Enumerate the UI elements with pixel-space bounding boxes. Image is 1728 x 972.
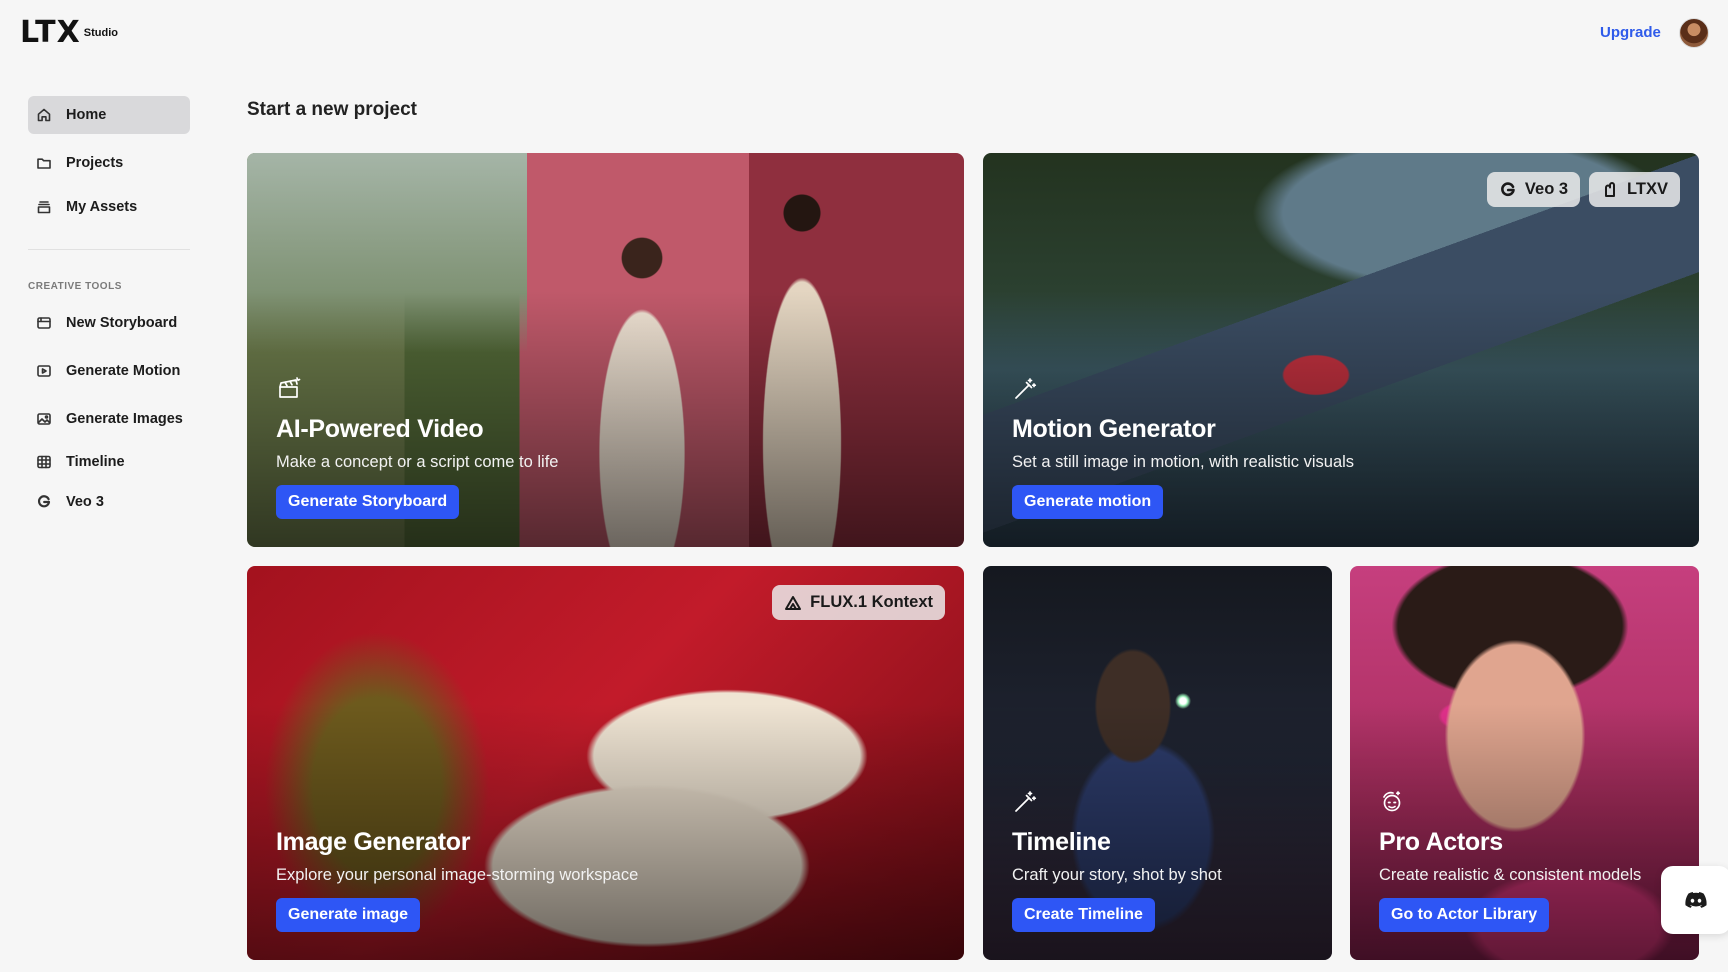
discord-icon — [1684, 888, 1708, 912]
sidebar-item-label: Home — [66, 107, 107, 123]
sidebar-item-label: My Assets — [66, 199, 138, 215]
storyboard-icon — [36, 315, 52, 331]
sidebar-item-generate-images[interactable]: Generate Images — [28, 399, 190, 439]
sidebar-item-label: Veo 3 — [66, 494, 104, 510]
badge-label: Veo 3 — [1524, 180, 1569, 198]
sidebar-item-projects[interactable]: Projects — [28, 144, 190, 182]
sidebar-item-veo-3[interactable]: Veo 3 — [28, 482, 190, 522]
ltxv-icon — [1601, 181, 1619, 199]
sidebar-item-label: New Storyboard — [66, 315, 178, 331]
card-title: AI-Powered Video — [276, 415, 484, 443]
card-subtitle: Make a concept or a script come to life — [276, 453, 559, 471]
sidebar-item-label: Projects — [66, 155, 124, 171]
generate-motion-button[interactable]: Generate motion — [1012, 485, 1164, 519]
card-subtitle: Explore your personal image-storming wor… — [276, 866, 639, 884]
badge-label: LTXV — [1627, 180, 1668, 198]
flux-kontext-badge: FLUX.1 Kontext — [772, 585, 945, 620]
card-content: Timeline Craft your story, shot by shot … — [1012, 789, 1222, 932]
sidebar-divider — [28, 249, 190, 250]
sidebar-item-label: Timeline — [66, 454, 125, 470]
logo-mark: LTX — [20, 15, 81, 50]
model-badges: Veo 3 LTXV — [1486, 172, 1680, 207]
sidebar-item-timeline[interactable]: Timeline — [28, 442, 190, 482]
images-icon — [36, 411, 52, 427]
clapper-icon — [276, 376, 302, 402]
sidebar-item-label: Generate Images — [66, 411, 183, 427]
ltxv-badge: LTXV — [1589, 172, 1680, 207]
timeline-icon — [36, 454, 52, 470]
sidebar-item-new-storyboard[interactable]: New Storyboard — [28, 303, 190, 343]
card-title: Timeline — [1012, 828, 1111, 856]
card-ai-powered-video[interactable]: AI-Powered Video Make a concept or a scr… — [247, 153, 964, 547]
creative-tools-heading: CREATIVE TOOLS — [28, 281, 122, 292]
generate-image-button[interactable]: Generate image — [276, 898, 421, 932]
card-content: Motion Generator Set a still image in mo… — [1012, 376, 1354, 519]
google-icon — [36, 494, 52, 510]
page-title: Start a new project — [247, 99, 417, 120]
card-subtitle: Set a still image in motion, with realis… — [1012, 453, 1355, 471]
folder-icon — [36, 155, 52, 171]
card-title: Image Generator — [276, 828, 471, 856]
sidebar-item-my-assets[interactable]: My Assets — [28, 188, 190, 226]
create-timeline-button[interactable]: Create Timeline — [1012, 898, 1155, 932]
motion-icon — [36, 363, 52, 379]
sidebar-nav: Home Projects My Assets — [28, 96, 190, 226]
actor-icon — [1379, 789, 1405, 815]
card-title: Motion Generator — [1012, 415, 1216, 443]
flux-icon — [784, 594, 802, 612]
upgrade-link[interactable]: Upgrade — [1600, 24, 1661, 41]
card-pro-actors[interactable]: Pro Actors Create realistic & consistent… — [1350, 566, 1699, 960]
sidebar-item-label: Generate Motion — [66, 363, 181, 379]
card-subtitle: Create realistic & consistent models — [1379, 866, 1642, 884]
card-timeline[interactable]: Timeline Craft your story, shot by shot … — [983, 566, 1332, 960]
card-subtitle: Craft your story, shot by shot — [1012, 866, 1222, 884]
discord-button[interactable] — [1661, 866, 1728, 934]
assets-icon — [36, 199, 52, 215]
model-badges: FLUX.1 Kontext — [772, 585, 945, 620]
card-image-generator[interactable]: FLUX.1 Kontext Image Generator Explore y… — [247, 566, 964, 960]
card-motion-generator[interactable]: Veo 3 LTXV Motion Generator Set a still … — [983, 153, 1699, 547]
go-to-actor-library-button[interactable]: Go to Actor Library — [1379, 898, 1550, 932]
logo-sub: Studio — [83, 27, 118, 39]
sidebar-item-home[interactable]: Home — [28, 96, 190, 134]
magic-wand-icon — [1012, 789, 1038, 815]
generate-storyboard-button[interactable]: Generate Storyboard — [276, 485, 460, 519]
card-title: Pro Actors — [1379, 828, 1503, 856]
user-avatar[interactable] — [1679, 18, 1709, 48]
card-content: Pro Actors Create realistic & consistent… — [1379, 789, 1641, 932]
magic-wand-icon — [1012, 376, 1038, 402]
badge-label: FLUX.1 Kontext — [810, 593, 933, 611]
sidebar-item-generate-motion[interactable]: Generate Motion — [28, 351, 190, 391]
google-icon — [1499, 181, 1517, 199]
veo-3-badge: Veo 3 — [1486, 172, 1581, 207]
creative-tools-nav: New Storyboard Generate Motion Generate … — [28, 303, 190, 522]
ltx-studio-logo[interactable]: LTX Studio — [20, 18, 118, 48]
card-content: AI-Powered Video Make a concept or a scr… — [276, 376, 558, 519]
card-content: Image Generator Explore your personal im… — [276, 827, 638, 932]
home-icon — [36, 107, 52, 123]
